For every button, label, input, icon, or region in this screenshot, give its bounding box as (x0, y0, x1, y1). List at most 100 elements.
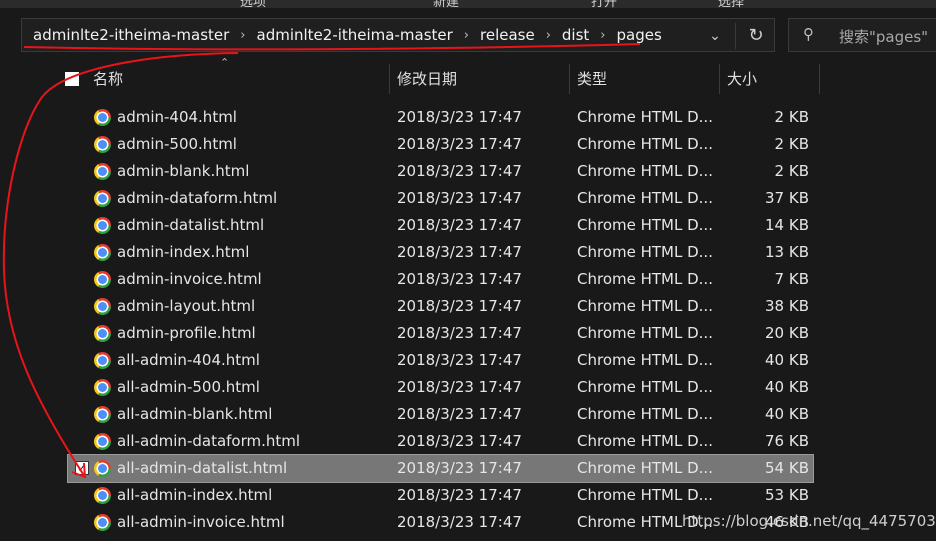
file-type: Chrome HTML D... (577, 432, 713, 450)
file-name: all-admin-404.html (117, 351, 260, 369)
file-type: Chrome HTML D... (577, 297, 713, 315)
search-icon: ⚲ (803, 25, 814, 43)
column-divider[interactable] (819, 64, 820, 94)
chrome-html-icon (94, 460, 111, 477)
column-header-type[interactable]: 类型 (577, 60, 607, 98)
file-row[interactable]: admin-dataform.html 2018/3/23 17:47 Chrome… (68, 185, 813, 212)
file-date: 2018/3/23 17:47 (397, 243, 522, 261)
column-divider[interactable] (569, 64, 570, 94)
chrome-html-icon (94, 406, 111, 423)
file-size: 2 KB (774, 162, 809, 180)
search-input[interactable]: ⚲ 搜索"pages" (788, 18, 936, 52)
file-date: 2018/3/23 17:47 (397, 513, 522, 531)
file-type: Chrome HTML D... (577, 135, 713, 153)
file-date: 2018/3/23 17:47 (397, 135, 522, 153)
file-size: 53 KB (765, 486, 809, 504)
file-size: 20 KB (765, 324, 809, 342)
breadcrumb-item-current[interactable]: pages (616, 26, 663, 44)
column-header-date[interactable]: 修改日期 (397, 60, 457, 98)
file-row[interactable]: all-admin-blank.html 2018/3/23 17:47 Chrom… (68, 401, 813, 428)
chrome-html-icon (94, 244, 111, 261)
file-type: Chrome HTML D... (577, 270, 713, 288)
file-row[interactable]: all-admin-404.html 2018/3/23 17:47 Chrome … (68, 347, 813, 374)
chrome-html-icon (94, 433, 111, 450)
file-date: 2018/3/23 17:47 (397, 459, 522, 477)
ribbon-label[interactable]: 选择 (718, 0, 744, 8)
breadcrumb-separator-icon[interactable]: › (464, 28, 469, 43)
file-row[interactable]: admin-datalist.html 2018/3/23 17:47 Chrome… (68, 212, 813, 239)
column-header-name[interactable]: 名称 (93, 60, 123, 98)
watermark: https://blog.csdn.net/qq_44757034 (682, 512, 936, 530)
file-size: 76 KB (765, 432, 809, 450)
breadcrumb-separator-icon[interactable]: › (600, 28, 605, 43)
file-date: 2018/3/23 17:47 (397, 351, 522, 369)
file-name: admin-404.html (117, 108, 237, 126)
file-size: 7 KB (774, 270, 809, 288)
breadcrumb-item[interactable]: dist (561, 26, 590, 44)
column-header-row: ⌃ 名称 修改日期 类型 大小 (22, 56, 936, 98)
file-row[interactable]: admin-index.html 2018/3/23 17:47 Chrome HT… (68, 239, 813, 266)
chrome-html-icon (94, 298, 111, 315)
file-name: admin-profile.html (117, 324, 256, 342)
file-row[interactable]: admin-profile.html 2018/3/23 17:47 Chrome … (68, 320, 813, 347)
address-row: adminlte2-itheima-master › adminlte2-ith… (0, 8, 936, 60)
file-name: all-admin-500.html (117, 378, 260, 396)
file-size: 13 KB (765, 243, 809, 261)
ribbon-label[interactable]: 选项 (240, 0, 266, 8)
column-header-size[interactable]: 大小 (727, 60, 757, 98)
search-placeholder: 搜索"pages" (839, 28, 929, 46)
row-checkbox[interactable]: ✓ (75, 461, 89, 475)
chrome-html-icon (94, 136, 111, 153)
breadcrumb-item[interactable]: adminlte2-itheima-master (256, 26, 454, 44)
file-date: 2018/3/23 17:47 (397, 432, 522, 450)
chrome-html-icon (94, 325, 111, 342)
ribbon-label[interactable]: 打开 (591, 0, 617, 8)
breadcrumb-item[interactable]: release (479, 26, 536, 44)
ribbon-label[interactable]: 新建 (433, 0, 459, 8)
file-name: all-admin-dataform.html (117, 432, 301, 450)
chrome-html-icon (94, 217, 111, 234)
file-type: Chrome HTML D... (577, 189, 713, 207)
file-size: 40 KB (765, 405, 809, 423)
file-row[interactable]: admin-invoice.html 2018/3/23 17:47 Chrome … (68, 266, 813, 293)
address-bar[interactable]: adminlte2-itheima-master › adminlte2-ith… (21, 18, 775, 52)
file-type: Chrome HTML D... (577, 459, 713, 477)
file-date: 2018/3/23 17:47 (397, 324, 522, 342)
select-all-checkbox[interactable] (65, 72, 79, 86)
file-row[interactable]: admin-layout.html 2018/3/23 17:47 Chrome H… (68, 293, 813, 320)
file-row[interactable]: all-admin-500.html 2018/3/23 17:47 Chrome … (68, 374, 813, 401)
refresh-icon[interactable]: ↻ (742, 24, 770, 48)
file-name: all-admin-index.html (117, 486, 273, 504)
file-row[interactable]: admin-404.html 2018/3/23 17:47 Chrome HTML… (68, 104, 813, 131)
breadcrumb-separator-icon[interactable]: › (240, 28, 245, 43)
file-type: Chrome HTML D... (577, 351, 713, 369)
divider (735, 23, 736, 49)
file-size: 14 KB (765, 216, 809, 234)
file-type: Chrome HTML D... (577, 216, 713, 234)
file-date: 2018/3/23 17:47 (397, 405, 522, 423)
chrome-html-icon (94, 190, 111, 207)
column-divider[interactable] (389, 64, 390, 94)
file-type: Chrome HTML D... (577, 243, 713, 261)
file-name: admin-layout.html (117, 297, 256, 315)
file-size: 40 KB (765, 378, 809, 396)
file-name: all-admin-invoice.html (117, 513, 285, 531)
file-date: 2018/3/23 17:47 (397, 486, 522, 504)
chrome-html-icon (94, 109, 111, 126)
file-size: 37 KB (765, 189, 809, 207)
breadcrumb-separator-icon[interactable]: › (546, 28, 551, 43)
chrome-html-icon (94, 379, 111, 396)
file-row[interactable]: ✓ all-admin-datalist.html 2018/3/23 17:47 C… (67, 454, 814, 483)
file-row[interactable]: admin-blank.html 2018/3/23 17:47 Chrome HT… (68, 158, 813, 185)
file-name: admin-index.html (117, 243, 250, 261)
file-name: admin-500.html (117, 135, 237, 153)
file-row[interactable]: admin-500.html 2018/3/23 17:47 Chrome HTML… (68, 131, 813, 158)
file-type: Chrome HTML D... (577, 108, 713, 126)
chevron-down-icon[interactable]: ⌄ (705, 26, 725, 46)
chrome-html-icon (94, 271, 111, 288)
column-divider[interactable] (719, 64, 720, 94)
file-row[interactable]: all-admin-index.html 2018/3/23 17:47 Chrom… (68, 482, 813, 509)
breadcrumb-item[interactable]: adminlte2-itheima-master (32, 26, 230, 44)
file-name: admin-dataform.html (117, 189, 278, 207)
file-row[interactable]: all-admin-dataform.html 2018/3/23 17:47 Ch… (68, 428, 813, 455)
